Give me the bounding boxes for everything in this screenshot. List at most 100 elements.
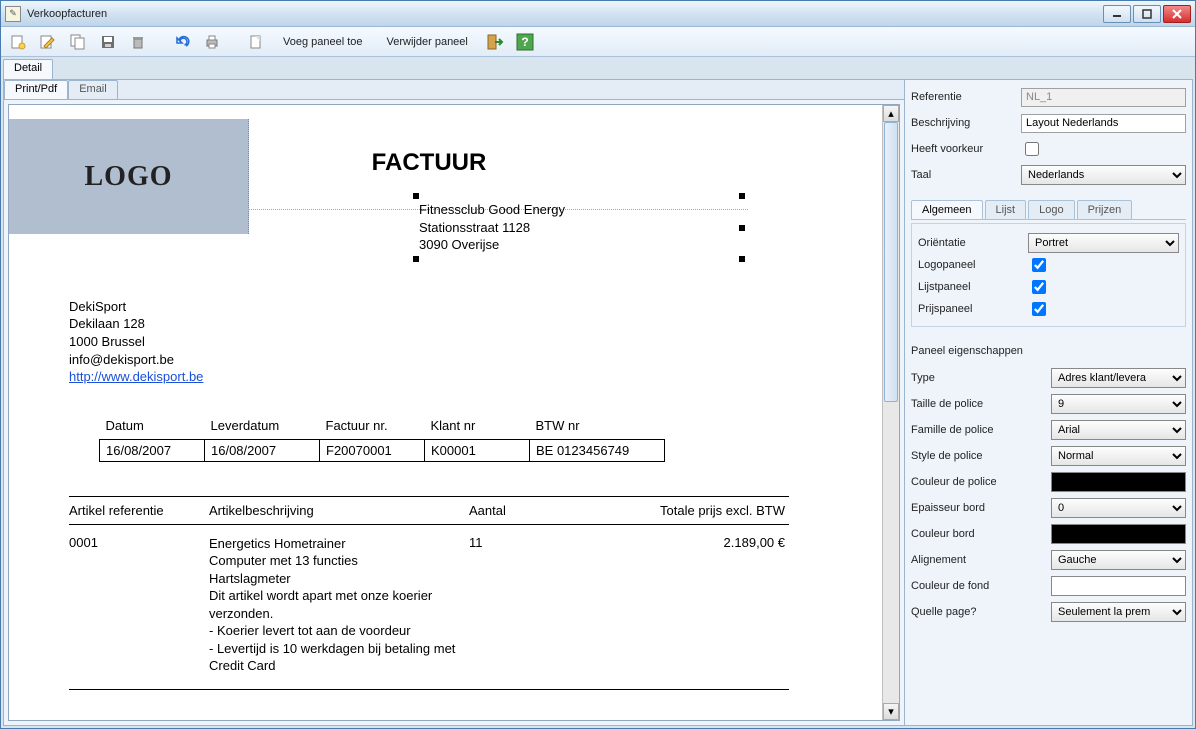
listpanel-checkbox[interactable]: [1032, 280, 1046, 294]
app-window: ✎ Verkoopfacturen Voeg paneel toe Verwij…: [0, 0, 1196, 729]
tab-logo[interactable]: Logo: [1028, 200, 1074, 219]
info-header: Klant nr: [425, 414, 530, 440]
info-header: Factuur nr.: [320, 414, 425, 440]
border-width-select[interactable]: 0: [1051, 498, 1186, 518]
font-style-select[interactable]: Normal: [1051, 446, 1186, 466]
line-desc: Energetics Hometrainer Computer met 13 f…: [209, 535, 469, 675]
sender-city: 1000 Brussel: [69, 333, 789, 351]
font-family-select[interactable]: Arial: [1051, 420, 1186, 440]
new-icon[interactable]: [7, 31, 29, 53]
font-color-swatch[interactable]: [1051, 472, 1186, 492]
border-color-swatch[interactable]: [1051, 524, 1186, 544]
invoice-page: LOGO FACTUUR Fitnessclub Good Energy Sta…: [9, 105, 819, 720]
line-total: 2.189,00 €: [569, 535, 789, 675]
panel-section-title: Paneel eigenschappen: [911, 345, 1186, 357]
col-desc-header: Artikelbeschrijving: [209, 503, 469, 518]
font-size-select[interactable]: 9: [1051, 394, 1186, 414]
recipient-address-panel[interactable]: Fitnessclub Good Energy Stationsstraat 1…: [419, 197, 739, 258]
line-qty: 11: [469, 535, 569, 675]
align-select[interactable]: Gauche: [1051, 550, 1186, 570]
type-label: Type: [911, 372, 1051, 384]
description-field[interactable]: [1021, 114, 1186, 133]
preferred-checkbox[interactable]: [1025, 142, 1039, 156]
logopanel-label: Logopaneel: [918, 259, 1028, 271]
tab-general[interactable]: Algemeen: [911, 200, 983, 219]
orientation-label: Oriëntatie: [918, 237, 1028, 249]
preferred-label: Heeft voorkeur: [911, 143, 1021, 155]
titlebar: ✎ Verkoopfacturen: [1, 1, 1195, 27]
type-select[interactable]: Adres klant/levera: [1051, 368, 1186, 388]
toolbar: Voeg paneel toe Verwijder paneel ?: [1, 27, 1195, 57]
minimize-button[interactable]: [1103, 5, 1131, 23]
align-label: Alignement: [911, 554, 1051, 566]
font-style-label: Style de police: [911, 450, 1051, 462]
help-icon[interactable]: ?: [514, 31, 536, 53]
border-color-label: Couleur bord: [911, 528, 1051, 540]
recipient-street: Stationsstraat 1128: [419, 219, 739, 237]
window-title: Verkoopfacturen: [27, 8, 1103, 20]
recipient-name: Fitnessclub Good Energy: [419, 201, 739, 219]
info-value: 16/08/2007: [205, 439, 320, 461]
page-select[interactable]: Seulement la prem: [1051, 602, 1186, 622]
close-button[interactable]: [1163, 5, 1191, 23]
properties-panel: Referentie Beschrijving Heeft voorkeur T…: [904, 80, 1192, 725]
font-size-label: Taille de police: [911, 398, 1051, 410]
listpanel-label: Lijstpaneel: [918, 281, 1028, 293]
sender-website-link[interactable]: http://www.dekisport.be: [69, 369, 203, 384]
info-value: K00001: [425, 439, 530, 461]
info-value: 16/08/2007: [100, 439, 205, 461]
col-ref-header: Artikel referentie: [69, 503, 209, 518]
sender-street: Dekilaan 128: [69, 315, 789, 333]
reference-label: Referentie: [911, 91, 1021, 103]
col-qty-header: Aantal: [469, 503, 569, 518]
font-color-label: Couleur de police: [911, 476, 1051, 488]
undo-icon[interactable]: [171, 31, 193, 53]
sender-name: DekiSport: [69, 298, 789, 316]
col-total-header: Totale prijs excl. BTW: [569, 503, 789, 518]
invoice-info-table: Datum Leverdatum Factuur nr. Klant nr BT…: [99, 414, 665, 462]
description-label: Beschrijving: [911, 117, 1021, 129]
edit-icon[interactable]: [37, 31, 59, 53]
remove-panel-button[interactable]: Verwijder paneel: [379, 36, 476, 48]
info-header: Datum: [100, 414, 205, 440]
tab-prices[interactable]: Prijzen: [1077, 200, 1133, 219]
app-icon: ✎: [5, 6, 21, 22]
scroll-up-button[interactable]: ▴: [883, 105, 899, 122]
logopanel-checkbox[interactable]: [1032, 258, 1046, 272]
save-icon[interactable]: [97, 31, 119, 53]
maximize-button[interactable]: [1133, 5, 1161, 23]
page-setup-icon[interactable]: [245, 31, 267, 53]
border-width-label: Epaisseur bord: [911, 502, 1051, 514]
svg-text:?: ?: [521, 35, 528, 49]
language-select[interactable]: Nederlands: [1021, 165, 1186, 185]
tab-detail[interactable]: Detail: [3, 59, 53, 79]
line-ref: 0001: [69, 535, 209, 675]
page-label: Quelle page?: [911, 606, 1051, 618]
vertical-scrollbar[interactable]: ▴ ▾: [882, 105, 899, 720]
sender-block: DekiSport Dekilaan 128 1000 Brussel info…: [69, 298, 789, 386]
info-value: F20070001: [320, 439, 425, 461]
tab-list[interactable]: Lijst: [985, 200, 1027, 219]
scroll-thumb[interactable]: [884, 122, 898, 402]
bg-color-label: Couleur de fond: [911, 580, 1051, 592]
tab-email[interactable]: Email: [68, 80, 118, 99]
pricepanel-checkbox[interactable]: [1032, 302, 1046, 316]
items-header: Artikel referentie Artikelbeschrijving A…: [69, 496, 789, 525]
preview-container: LOGO FACTUUR Fitnessclub Good Energy Sta…: [8, 104, 900, 721]
pricepanel-label: Prijspaneel: [918, 303, 1028, 315]
line-item-row: 0001 Energetics Hometrainer Computer met…: [69, 525, 789, 675]
tab-print-pdf[interactable]: Print/Pdf: [4, 80, 68, 99]
add-panel-button[interactable]: Voeg paneel toe: [275, 36, 371, 48]
recipient-city: 3090 Overijse: [419, 236, 739, 254]
delete-icon[interactable]: [127, 31, 149, 53]
exit-icon[interactable]: [484, 31, 506, 53]
print-icon[interactable]: [201, 31, 223, 53]
logo-placeholder[interactable]: LOGO: [9, 119, 249, 234]
copy-icon[interactable]: [67, 31, 89, 53]
reference-field: [1021, 88, 1186, 107]
info-header: BTW nr: [530, 414, 665, 440]
bg-color-swatch[interactable]: [1051, 576, 1186, 596]
orientation-select[interactable]: Portret: [1028, 233, 1179, 253]
scroll-down-button[interactable]: ▾: [883, 703, 899, 720]
info-value: BE 0123456749: [530, 439, 665, 461]
